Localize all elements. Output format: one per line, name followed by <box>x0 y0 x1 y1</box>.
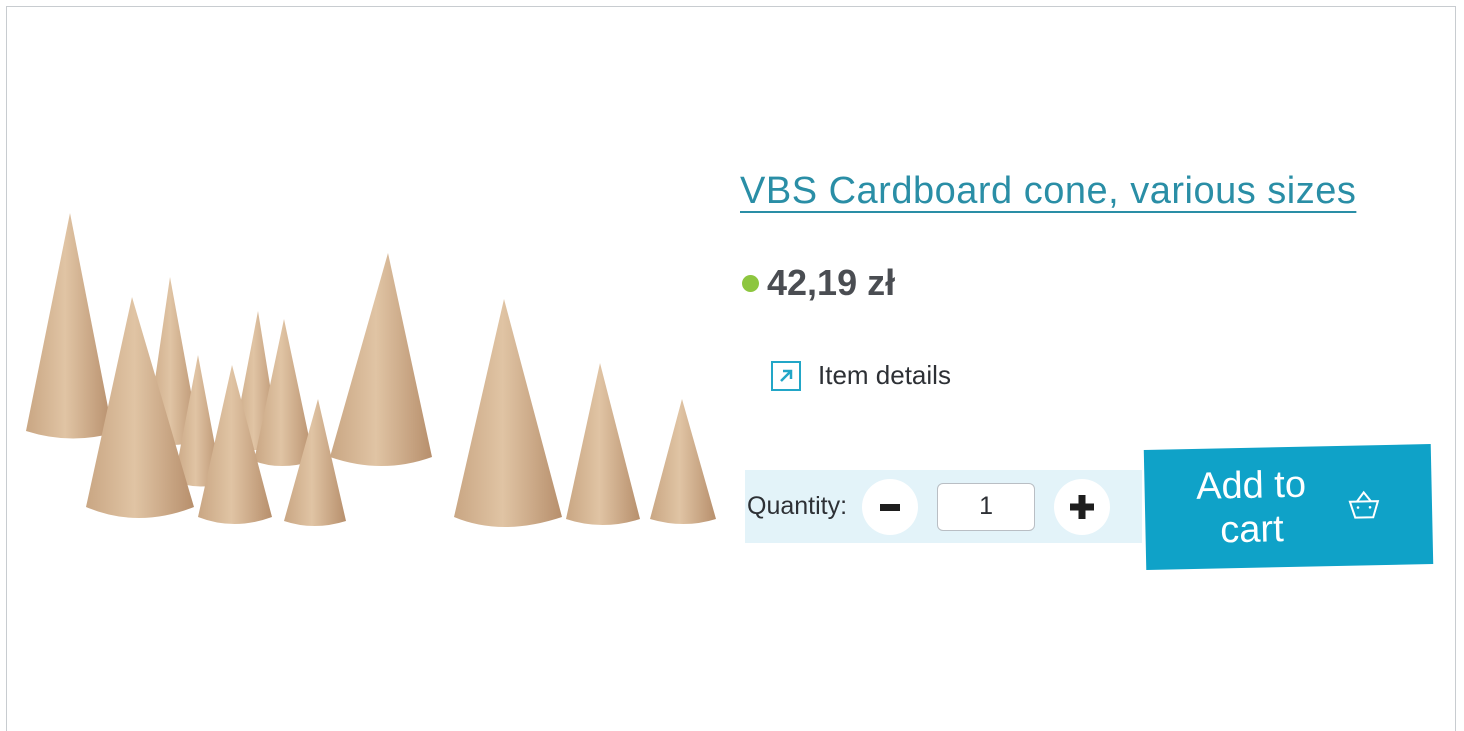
add-to-cart-label: Add to cart <box>1195 463 1307 552</box>
decrease-quantity-button[interactable] <box>862 478 919 535</box>
item-details-link[interactable]: Item details <box>771 360 951 391</box>
quantity-label: Quantity: <box>747 492 848 520</box>
item-details-label: Item details <box>818 360 951 390</box>
product-title-link[interactable]: VBS Cardboard cone, various sizes <box>740 170 1356 213</box>
stock-status-dot <box>742 274 759 292</box>
basket-icon <box>1348 490 1379 519</box>
increase-quantity-button[interactable] <box>1054 478 1111 535</box>
external-arrow-icon <box>771 360 801 391</box>
minus-icon <box>880 503 901 511</box>
plus-icon <box>1070 494 1095 519</box>
quantity-input[interactable] <box>937 482 1036 531</box>
price-row: 42,19 zł <box>742 262 895 304</box>
product-image[interactable] <box>18 205 723 535</box>
quantity-stepper: Quantity: <box>745 470 1142 543</box>
add-to-cart-button[interactable]: Add to cart <box>1143 444 1434 570</box>
product-price: 42,19 zł <box>767 262 896 303</box>
